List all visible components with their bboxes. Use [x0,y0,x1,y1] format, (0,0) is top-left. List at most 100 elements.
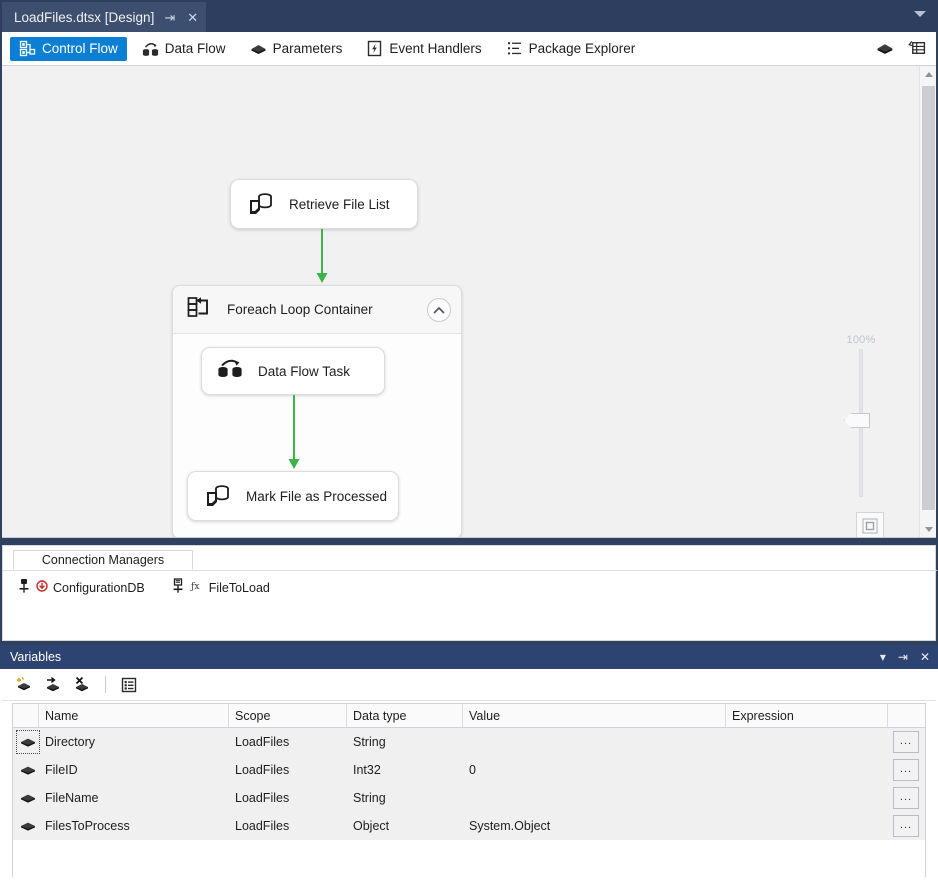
column-header-actions [888,704,925,727]
divider [3,570,937,571]
task-retrieve-file-list[interactable]: Retrieve File List [230,179,418,229]
cell-scope: LoadFiles [235,763,290,777]
grid-options-icon[interactable] [117,673,141,697]
expression-icon: ƒx [190,580,204,595]
column-header-value[interactable]: Value [463,704,726,727]
table-row[interactable]: Directory LoadFiles String ... [13,728,925,756]
scroll-up-icon[interactable] [920,66,936,83]
cell-expression[interactable] [726,784,888,812]
foreach-loop-icon [185,294,213,325]
container-label: Foreach Loop Container [227,302,373,317]
cell-scope: LoadFiles [235,819,290,833]
cell-expression[interactable] [726,812,888,840]
control-flow-canvas[interactable]: Retrieve File List Foreach Loop Containe… [2,66,936,538]
variables-grid[interactable]: Name Scope Data type Value Expression Di… [12,703,926,878]
table-row[interactable]: FileID LoadFiles Int32 0 ... [13,756,925,784]
connection-manager-filetoload[interactable]: ƒx FileToLoad [171,578,270,597]
execute-sql-task-icon [245,188,275,221]
zoom-slider-control[interactable]: 100% [838,334,884,497]
collapse-icon[interactable] [427,298,451,322]
cell-scope: LoadFiles [235,735,290,749]
cell-value[interactable]: 0 [463,756,726,784]
task-mark-file-as-processed[interactable]: Mark File as Processed [187,471,399,521]
connection-manager-label: ConfigurationDB [53,580,145,595]
toolbar-separator [105,676,106,693]
variables-panel-title-bar: Variables ▾ ⇥ ✕ [0,645,938,669]
connection-managers-panel: Connection Managers ConfigurationDB ƒx F… [2,545,937,641]
document-tab-strip: LoadFiles.dtsx [Design] ⇥ ✕ [0,0,938,32]
tab-data-flow[interactable]: Data Flow [133,37,235,61]
tab-event-handlers[interactable]: Event Handlers [357,37,490,61]
zoom-level-label: 100% [846,334,876,346]
fit-to-window-icon[interactable] [856,512,884,537]
cell-name: FilesToProcess [45,819,130,833]
tab-parameters[interactable]: Parameters [241,37,352,61]
variable-icon [19,789,37,807]
cell-value[interactable] [463,728,726,756]
cell-expression[interactable] [726,728,888,756]
expression-ellipsis-button[interactable]: ... [893,731,919,753]
expression-ellipsis-button[interactable]: ... [893,815,919,837]
tab-control-flow[interactable]: Control Flow [10,36,127,61]
variable-icon [19,761,37,779]
tab-package-explorer[interactable]: Package Explorer [497,37,645,61]
scroll-down-icon[interactable] [920,521,936,537]
control-flow-surface[interactable]: Retrieve File List Foreach Loop Containe… [2,66,908,537]
variables-panel: Variables ▾ ⇥ ✕ Name Scope Data type Val… [0,645,938,887]
ole-db-connection-icon [17,578,31,597]
chevron-down-icon[interactable] [914,11,926,17]
connection-manager-configurationdb[interactable]: ConfigurationDB [17,578,145,597]
close-icon[interactable]: ✕ [920,650,930,664]
column-header-expression[interactable]: Expression [726,704,888,727]
connection-managers-tab[interactable]: Connection Managers [13,550,193,570]
grid-empty-area[interactable] [13,840,925,878]
close-icon[interactable]: ✕ [185,11,200,24]
scrollbar-thumb[interactable] [922,86,935,510]
delete-variable-icon[interactable] [70,673,94,697]
zoom-slider-thumb[interactable] [844,413,870,428]
connection-managers-list: ConfigurationDB ƒx FileToLoad [17,578,270,597]
task-label: Retrieve File List [289,196,390,212]
cell-data-type: String [353,735,386,749]
task-data-flow-task[interactable]: Data Flow Task [201,347,385,395]
column-header-name[interactable]: Name [39,704,229,727]
cell-expression[interactable] [726,756,888,784]
table-row[interactable]: FileName LoadFiles String ... [13,784,925,812]
dropdown-chevron-icon[interactable]: ▾ [880,650,886,664]
parameters-icon [250,40,267,57]
cell-data-type: Int32 [353,763,381,777]
add-variable-icon[interactable] [12,673,36,697]
parameters-box-icon[interactable] [876,39,894,62]
column-header-scope[interactable]: Scope [229,704,347,727]
container-foreach-loop[interactable]: Foreach Loop Container Data Flow Task Ma… [172,285,462,537]
variables-toolbar [2,669,936,701]
svg-text:ƒx: ƒx [190,582,199,592]
column-header-data-type[interactable]: Data type [347,704,463,727]
cell-data-type: String [353,791,386,805]
variables-grid-icon[interactable] [908,39,926,62]
expression-ellipsis-button[interactable]: ... [893,787,919,809]
execute-sql-task-icon [202,480,232,513]
pin-icon[interactable]: ⇥ [162,11,177,24]
cell-scope: LoadFiles [235,791,290,805]
precedence-arrow-1[interactable] [314,229,330,285]
container-header[interactable]: Foreach Loop Container [173,286,461,334]
pin-icon[interactable]: ⇥ [898,650,908,664]
zoom-slider-track[interactable] [838,349,884,497]
expression-ellipsis-button[interactable]: ... [893,759,919,781]
event-handlers-icon [366,40,383,57]
control-flow-icon [19,40,36,57]
canvas-vertical-scrollbar[interactable] [919,66,936,537]
table-row[interactable]: FilesToProcess LoadFiles Object System.O… [13,812,925,840]
tab-label: Data Flow [164,41,226,56]
cell-value[interactable]: System.Object [463,812,726,840]
tab-label: Package Explorer [528,41,636,56]
document-tab-loadfiles[interactable]: LoadFiles.dtsx [Design] ⇥ ✕ [2,2,207,32]
cell-name: FileID [45,763,78,777]
precedence-arrow-2[interactable] [286,395,302,471]
variables-grid-body: Directory LoadFiles String ... FileID Lo… [13,728,925,878]
variables-panel-title: Variables [10,650,62,664]
task-label: Data Flow Task [258,363,351,379]
move-variable-icon[interactable] [41,673,65,697]
cell-value[interactable] [463,784,726,812]
